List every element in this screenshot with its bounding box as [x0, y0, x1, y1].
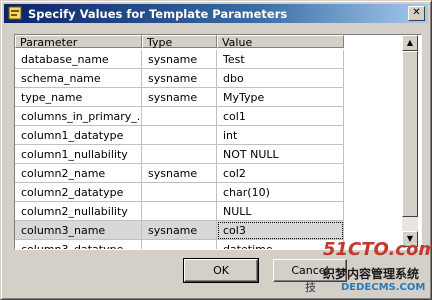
cell-type: sysname [142, 221, 217, 240]
table-row[interactable]: column2_datatype char(10) [15, 183, 401, 202]
cell-parameter: column1_nullability [15, 145, 142, 164]
parameters-grid: Parameter Type Value database_name sysnam… [14, 34, 422, 250]
cell-parameter: type_name [15, 88, 142, 107]
app-icon [8, 6, 22, 20]
cell-parameter: column3_name [15, 221, 142, 240]
cell-parameter: column1_datatype [15, 126, 142, 145]
ok-button[interactable]: OK [183, 258, 259, 283]
cell-parameter: column2_datatype [15, 183, 142, 202]
cell-value[interactable]: NULL [217, 202, 344, 221]
column-header-value[interactable]: Value [217, 35, 344, 49]
cell-parameter: columns_in_primary_... [15, 107, 142, 126]
column-header-type[interactable]: Type [142, 35, 217, 49]
cell-parameter: database_name [15, 50, 142, 69]
cell-type [142, 145, 217, 164]
close-button[interactable]: ✕ [408, 6, 425, 21]
cell-type: sysname [142, 69, 217, 88]
cell-type: sysname [142, 164, 217, 183]
cell-value[interactable]: int [217, 126, 344, 145]
window-title: Specify Values for Template Parameters [28, 7, 288, 21]
cell-value[interactable]: col3 [217, 221, 344, 240]
cell-type: sysname [142, 88, 217, 107]
table-row[interactable]: columns_in_primary_... col1 [15, 107, 401, 126]
table-row[interactable]: schema_name sysname dbo [15, 69, 401, 88]
dialog-window: Specify Values for Template Parameters ✕… [0, 0, 432, 300]
cell-type [142, 107, 217, 126]
table-row[interactable]: column2_nullability NULL [15, 202, 401, 221]
column-header-parameter[interactable]: Parameter [15, 35, 142, 49]
cell-parameter: column3_datatype [15, 240, 142, 249]
watermark-tech: 技 [305, 281, 316, 294]
cell-value[interactable]: char(10) [217, 183, 344, 202]
vertical-scrollbar[interactable]: ▲ ▼ [402, 35, 418, 247]
table-row[interactable]: database_name sysname Test [15, 50, 401, 69]
watermark-site-url: DEDECMS.COM [341, 282, 426, 293]
cell-type [142, 202, 217, 221]
title-bar[interactable]: Specify Values for Template Parameters ✕ [4, 4, 428, 23]
cell-value[interactable]: Test [217, 50, 344, 69]
cell-type: sysname [142, 50, 217, 69]
cell-value[interactable]: NOT NULL [217, 145, 344, 164]
watermark-brand: 51CTO.com [323, 239, 432, 260]
scroll-up-icon[interactable]: ▲ [402, 35, 418, 51]
table-row[interactable]: column1_datatype int [15, 126, 401, 145]
table-row[interactable]: column3_name sysname col3 [15, 221, 401, 240]
cell-value[interactable]: col2 [217, 164, 344, 183]
cell-type [142, 183, 217, 202]
grid-header: Parameter Type Value [15, 35, 401, 50]
table-row[interactable]: column2_name sysname col2 [15, 164, 401, 183]
cell-value[interactable]: col1 [217, 107, 344, 126]
table-row[interactable]: type_name sysname MyType [15, 88, 401, 107]
grid-body: Parameter Type Value database_name sysnam… [15, 35, 401, 249]
table-row[interactable]: column1_nullability NOT NULL [15, 145, 401, 164]
watermark-site-cn: 织梦内容管理系统 [323, 267, 420, 281]
cell-type [142, 126, 217, 145]
cell-parameter: column2_nullability [15, 202, 142, 221]
scrollbar-thumb[interactable] [402, 51, 418, 217]
cell-type [142, 240, 217, 249]
cell-parameter: column2_name [15, 164, 142, 183]
cell-value[interactable]: MyType [217, 88, 344, 107]
cell-value[interactable]: dbo [217, 69, 344, 88]
cell-parameter: schema_name [15, 69, 142, 88]
